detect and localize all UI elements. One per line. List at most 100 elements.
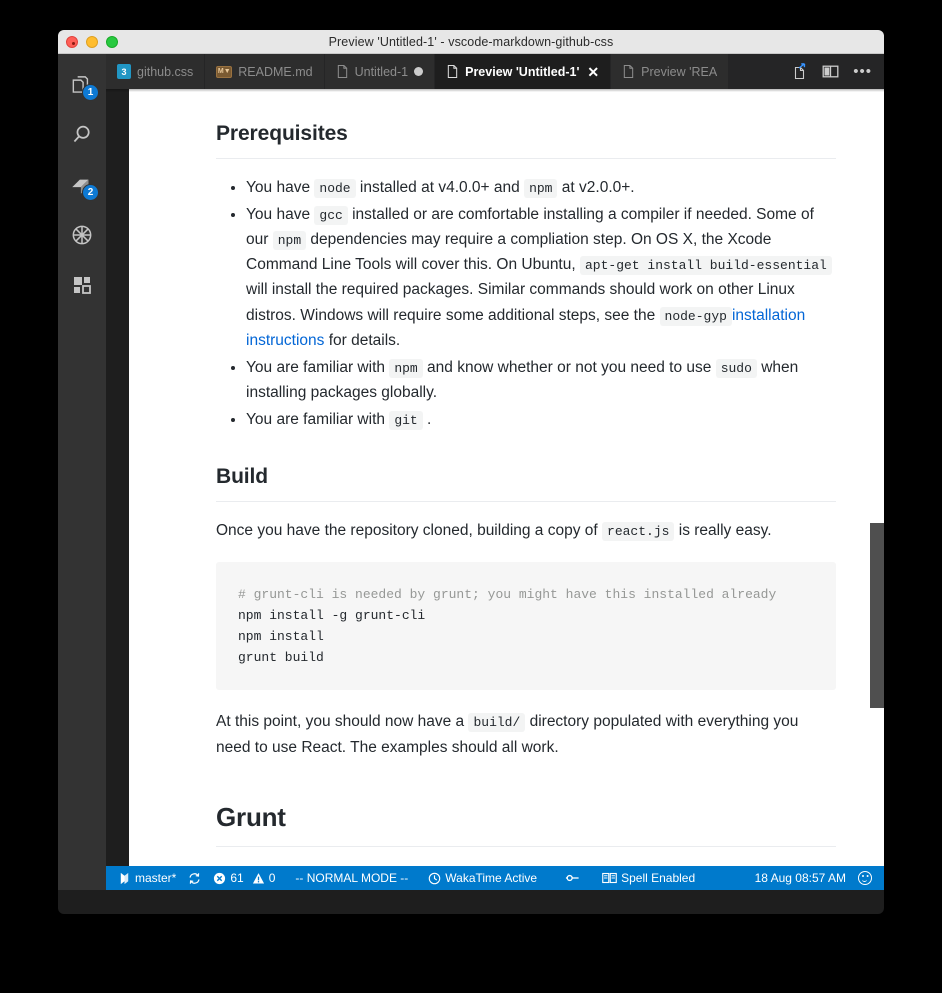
inline-code: apt-get install build-essential (579, 256, 832, 276)
warning-icon (252, 872, 265, 885)
list-item: You have gcc installed or are comfortabl… (246, 202, 836, 353)
code-comment: # grunt-cli is needed by grunt; you migh… (238, 587, 777, 603)
status-error-count: 61 (230, 871, 244, 885)
tab-label: Preview 'Untitled-1' (465, 64, 580, 79)
activity-bar-item-source-control[interactable]: 2 (58, 160, 106, 210)
editor-area: libraries you may already be familiar wi… (106, 89, 884, 866)
open-preview-side-icon[interactable] (792, 63, 808, 80)
inline-code: npm (272, 231, 307, 251)
tab-dirty-indicator[interactable] (414, 67, 424, 76)
error-icon (213, 872, 226, 885)
after-build-paragraph: At this point, you should now have a bui… (216, 713, 799, 756)
editor-actions: ••• (780, 54, 884, 89)
grunt-paragraph: We use grunt to automate many tasks. Run… (216, 863, 836, 866)
heading-grunt: Grunt (216, 796, 836, 847)
vscode-window: Preview 'Untitled-1' - vscode-markdown-g… (58, 30, 884, 914)
status-vim-indicator[interactable] (543, 866, 586, 890)
source-control-badge: 2 (82, 184, 99, 201)
tab-label: README.md (238, 64, 313, 79)
sync-icon (188, 872, 201, 885)
activity-bar: 1 2 (58, 54, 106, 890)
build-paragraph: Once you have the repository cloned, bui… (216, 522, 772, 542)
tab-bar: 3 github.css M▼ README.md Untitled-1 Pre… (106, 54, 884, 89)
status-wakatime-label: WakaTime Active (445, 871, 538, 885)
inline-code: sudo (715, 358, 757, 378)
inline-code: gcc (314, 206, 348, 226)
split-editor-icon[interactable] (822, 64, 839, 79)
status-vim-mode[interactable]: -- NORMAL MODE -- (281, 866, 414, 890)
window-body: 1 2 3 github.css M▼ README.md Untitled-1… (58, 54, 884, 890)
git-branch-icon (118, 872, 131, 885)
inline-code: git (389, 411, 423, 430)
plain-file-icon (336, 64, 349, 79)
maximize-window-button[interactable] (106, 36, 118, 48)
editor-group: 3 github.css M▼ README.md Untitled-1 Pre… (106, 54, 884, 890)
close-window-button[interactable] (66, 36, 78, 48)
inline-code: node (314, 179, 356, 199)
inline-code: build/ (468, 713, 526, 733)
list-item: You have node installed at v4.0.0+ and n… (246, 175, 836, 200)
status-branch[interactable]: master* (112, 866, 182, 890)
plain-file-icon (446, 64, 459, 79)
inline-code: node-gyp (659, 306, 732, 326)
editor-left-gutter (106, 89, 129, 866)
window-title: Preview 'Untitled-1' - vscode-markdown-g… (328, 34, 614, 49)
book-icon (602, 872, 617, 884)
title-bar: Preview 'Untitled-1' - vscode-markdown-g… (58, 30, 884, 54)
tab-untitled-1[interactable]: Untitled-1 (324, 54, 436, 89)
preview-scrollbar[interactable] (870, 89, 884, 866)
explorer-badge: 1 (82, 84, 99, 101)
tab-label: Preview 'REA (641, 64, 718, 79)
markdown-content: libraries you may already be familiar wi… (129, 89, 884, 866)
minimize-window-button[interactable] (86, 36, 98, 48)
code-line: npm install -g grunt-cli (238, 608, 426, 624)
activity-bar-item-extensions[interactable] (58, 260, 106, 310)
css-file-icon: 3 (117, 64, 131, 79)
code-line: grunt build (238, 650, 324, 666)
search-icon (69, 122, 95, 148)
tab-preview-readme[interactable]: Preview 'REA (611, 54, 730, 89)
prerequisites-list: You have node installed at v4.0.0+ and n… (216, 175, 836, 432)
preview-scrollbar-thumb[interactable] (870, 523, 884, 708)
markdown-file-icon: M▼ (216, 65, 233, 78)
status-time-label: 18 Aug 08:57 AM (754, 871, 846, 885)
status-bar: master* 61 0 -- NORMAL MODE -- WakaTime … (106, 866, 884, 890)
status-wakatime[interactable]: WakaTime Active (414, 866, 543, 890)
key-indicator-icon (565, 873, 580, 883)
heading-prerequisites: Prerequisites (216, 117, 836, 160)
activity-bar-item-debug[interactable] (58, 210, 106, 260)
activity-bar-item-search[interactable] (58, 110, 106, 160)
code-line: npm install (238, 629, 324, 645)
activity-bar-item-explorer[interactable]: 1 (58, 60, 106, 110)
status-time[interactable]: 18 Aug 08:57 AM (749, 866, 852, 890)
tab-github-css[interactable]: 3 github.css (106, 54, 206, 89)
extensions-icon (70, 273, 94, 297)
list-item: You are familiar with npm and know wheth… (246, 355, 836, 405)
status-feedback[interactable] (852, 866, 878, 890)
status-branch-label: master* (135, 871, 177, 885)
debug-icon (69, 222, 95, 248)
tab-close-button[interactable]: ✕ (587, 65, 599, 79)
inline-code: react.js (602, 522, 675, 542)
status-warning-count: 0 (268, 871, 276, 885)
heading-build: Build (216, 460, 836, 503)
markdown-preview-pane[interactable]: libraries you may already be familiar wi… (129, 89, 884, 866)
tab-label: github.css (137, 64, 194, 79)
status-problems[interactable]: 61 0 (207, 866, 281, 890)
ellipsis-icon[interactable]: ••• (853, 64, 872, 79)
plain-file-icon (622, 64, 635, 79)
build-code-block: # grunt-cli is needed by grunt; you migh… (216, 562, 836, 691)
list-item: You are familiar with git . (246, 407, 836, 432)
tab-label: Untitled-1 (354, 64, 409, 79)
status-spell-label: Spell Enabled (621, 871, 696, 885)
inline-code: npm (389, 358, 423, 378)
window-traffic-lights (66, 36, 118, 48)
tab-readme-md[interactable]: M▼ README.md (205, 54, 325, 89)
clock-icon (428, 872, 441, 885)
status-sync[interactable] (182, 866, 207, 890)
inline-code: npm (524, 179, 558, 199)
tab-preview-untitled-1[interactable]: Preview 'Untitled-1' ✕ (435, 54, 612, 89)
smiley-icon (858, 871, 872, 885)
status-vim-mode-label: -- NORMAL MODE -- (295, 871, 409, 885)
status-spell[interactable]: Spell Enabled (586, 866, 701, 890)
